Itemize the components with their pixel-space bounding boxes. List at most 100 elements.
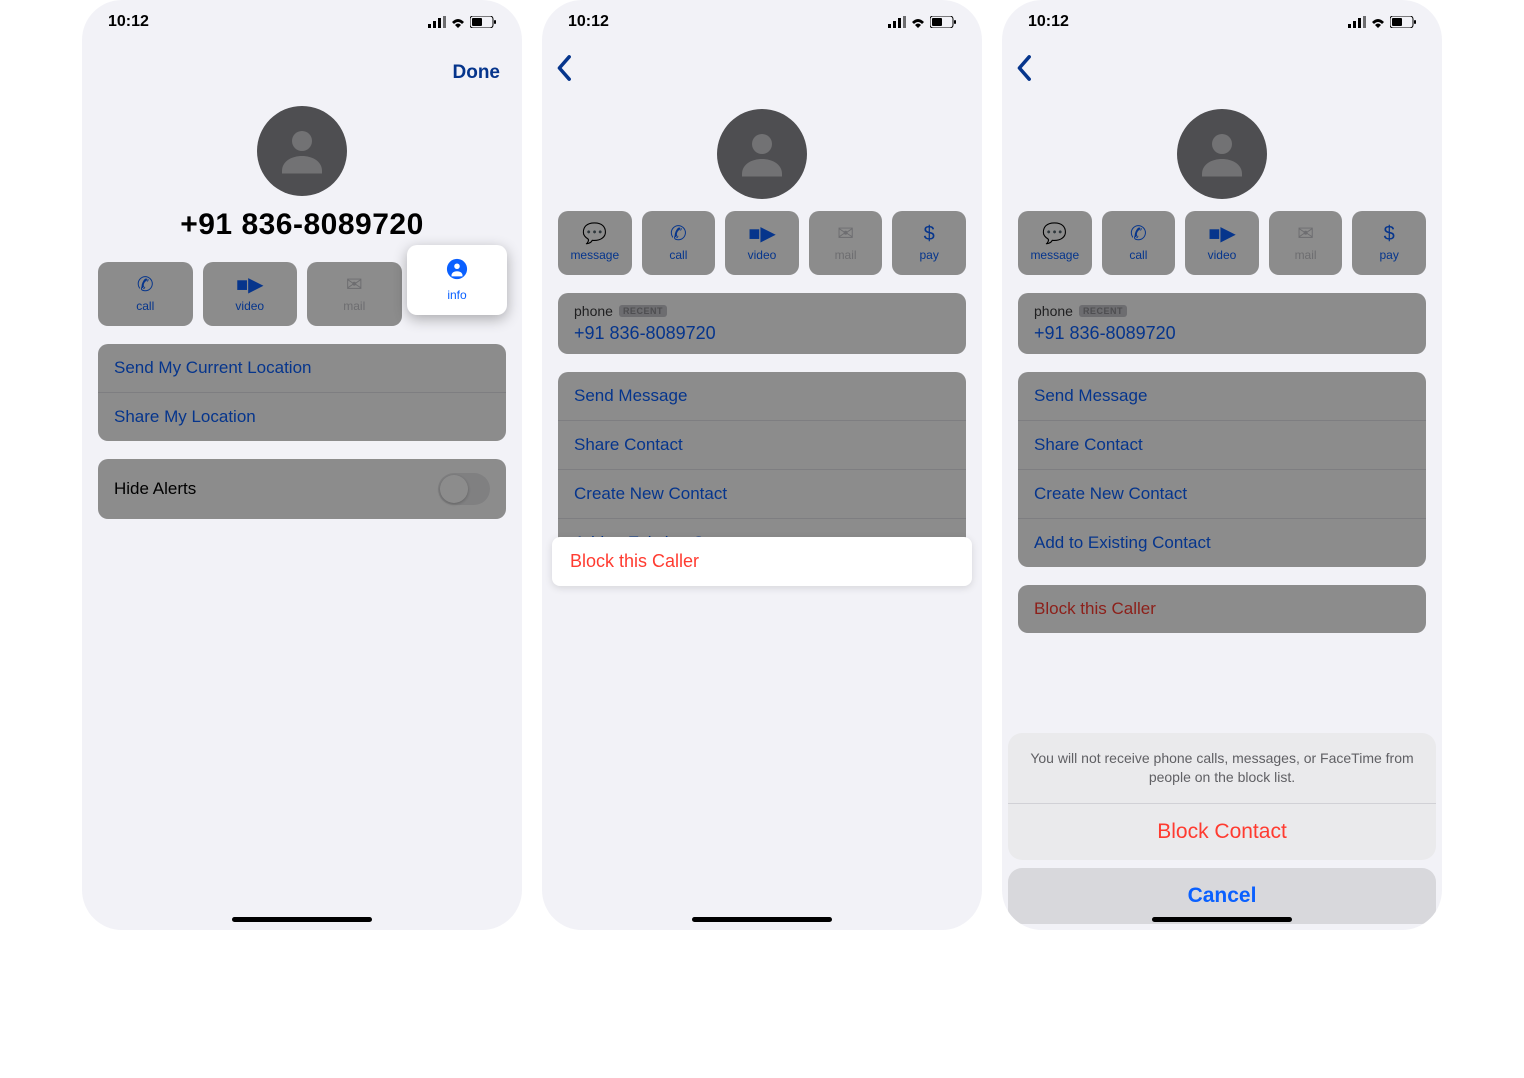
status-bar: 10:12	[542, 0, 982, 44]
person-icon	[732, 124, 792, 184]
share-location-row[interactable]: Share My Location	[98, 393, 506, 441]
message-button[interactable]: 💬 message	[1018, 211, 1092, 275]
recent-badge: RECENT	[619, 305, 667, 317]
video-button[interactable]: ■▶ video	[725, 211, 799, 275]
location-card: Send My Current Location Share My Locati…	[98, 344, 506, 441]
back-button[interactable]	[554, 54, 576, 82]
video-button[interactable]: ■▶ video	[203, 262, 298, 326]
hide-alerts-label: Hide Alerts	[114, 479, 196, 499]
create-new-contact-row[interactable]: Create New Contact	[558, 470, 966, 519]
pay-label: pay	[1379, 248, 1398, 262]
block-action-sheet: You will not receive phone calls, messag…	[1002, 733, 1442, 930]
avatar	[257, 106, 347, 196]
screenshot-panel-2: 10:12 💬message ✆call ■▶video ✉mail $pay …	[542, 0, 982, 930]
done-button[interactable]: Done	[453, 62, 501, 84]
video-icon: ■▶	[1208, 224, 1235, 244]
mail-icon: ✉	[837, 224, 854, 244]
cancel-button[interactable]: Cancel	[1008, 868, 1436, 924]
create-new-contact-row[interactable]: Create New Contact	[1018, 470, 1426, 519]
mail-label: mail	[1295, 248, 1317, 262]
message-icon: 💬	[1042, 224, 1067, 244]
mail-label: mail	[835, 248, 857, 262]
call-button[interactable]: ✆ call	[1102, 211, 1176, 275]
message-button[interactable]: 💬message	[558, 211, 632, 275]
phone-card[interactable]: phone RECENT +91 836-8089720	[558, 293, 966, 354]
message-icon: 💬	[582, 224, 607, 244]
avatar	[1177, 109, 1267, 199]
call-label: call	[136, 299, 154, 313]
pay-label: pay	[919, 248, 938, 262]
dollar-icon: $	[924, 224, 935, 244]
status-time: 10:12	[1028, 13, 1069, 31]
call-label: call	[669, 248, 687, 262]
status-time: 10:12	[108, 13, 149, 31]
status-time: 10:12	[568, 13, 609, 31]
wifi-icon	[910, 16, 926, 28]
status-indicators	[1348, 16, 1416, 28]
send-location-row[interactable]: Send My Current Location	[98, 344, 506, 393]
status-bar: 10:12	[82, 0, 522, 44]
sheet-message: You will not receive phone calls, messag…	[1008, 733, 1436, 804]
battery-icon	[930, 16, 956, 28]
block-card: Block this Caller	[1018, 585, 1426, 633]
phone-label: phone RECENT	[574, 303, 950, 319]
block-contact-button[interactable]: Block Contact	[1008, 804, 1436, 860]
cellular-icon	[888, 16, 906, 28]
wifi-icon	[1370, 16, 1386, 28]
pay-button[interactable]: $ pay	[892, 211, 966, 275]
video-label: video	[748, 248, 777, 262]
status-indicators	[888, 16, 956, 28]
call-button[interactable]: ✆ call	[98, 262, 193, 326]
home-indicator[interactable]	[232, 917, 372, 922]
phone-card[interactable]: phone RECENT +91 836-8089720	[1018, 293, 1426, 354]
cellular-icon	[428, 16, 446, 28]
block-this-caller-row[interactable]: Block this Caller	[552, 537, 972, 586]
phone-icon: ✆	[1130, 224, 1147, 244]
recent-badge: RECENT	[1079, 305, 1127, 317]
pay-button[interactable]: $ pay	[1352, 211, 1426, 275]
person-icon	[1192, 124, 1252, 184]
info-button[interactable]: info	[407, 245, 507, 315]
video-icon: ■▶	[236, 275, 263, 295]
mail-button: ✉ mail	[809, 211, 883, 275]
video-label: video	[1208, 248, 1237, 262]
send-message-row[interactable]: Send Message	[1018, 372, 1426, 421]
phone-number[interactable]: +91 836-8089720	[574, 323, 950, 344]
message-label: message	[1030, 248, 1079, 262]
hide-alerts-row[interactable]: Hide Alerts	[98, 459, 506, 519]
screenshot-panel-3: 10:12 💬message ✆call ■▶video ✉mail $pay …	[1002, 0, 1442, 930]
cellular-icon	[1348, 16, 1366, 28]
phone-icon: ✆	[670, 224, 687, 244]
phone-number[interactable]: +91 836-8089720	[1034, 323, 1410, 344]
video-button[interactable]: ■▶ video	[1185, 211, 1259, 275]
block-this-caller-row[interactable]: Block this Caller	[1018, 585, 1426, 633]
home-indicator[interactable]	[1152, 917, 1292, 922]
mail-label: mail	[343, 299, 365, 313]
info-icon	[446, 258, 468, 284]
video-label: video	[235, 299, 264, 313]
hide-alerts-card: Hide Alerts	[98, 459, 506, 519]
call-label: call	[1129, 248, 1147, 262]
phone-icon: ✆	[137, 275, 154, 295]
dollar-icon: $	[1384, 224, 1395, 244]
screenshot-panel-1: 10:12 Done +91 836-8089720 ✆ call ■▶ vid…	[82, 0, 522, 930]
share-contact-row[interactable]: Share Contact	[1018, 421, 1426, 470]
send-message-row[interactable]: Send Message	[558, 372, 966, 421]
battery-icon	[470, 16, 496, 28]
contact-actions-card: Send Message Share Contact Create New Co…	[1018, 372, 1426, 567]
home-indicator[interactable]	[692, 917, 832, 922]
call-button[interactable]: ✆ call	[642, 211, 716, 275]
mail-icon: ✉	[346, 275, 363, 295]
action-row: 💬 message ✆ call ■▶ video ✉ mail $ pay	[1002, 211, 1442, 275]
status-indicators	[428, 16, 496, 28]
video-icon: ■▶	[748, 224, 775, 244]
share-contact-row[interactable]: Share Contact	[558, 421, 966, 470]
back-button[interactable]	[1014, 54, 1036, 82]
mail-button: ✉ mail	[307, 262, 402, 326]
hide-alerts-toggle[interactable]	[438, 473, 490, 505]
mail-icon: ✉	[1297, 224, 1314, 244]
mail-button: ✉ mail	[1269, 211, 1343, 275]
contact-number: +91 836-8089720	[82, 208, 522, 242]
add-existing-contact-row[interactable]: Add to Existing Contact	[1018, 519, 1426, 567]
status-bar: 10:12	[1002, 0, 1442, 44]
